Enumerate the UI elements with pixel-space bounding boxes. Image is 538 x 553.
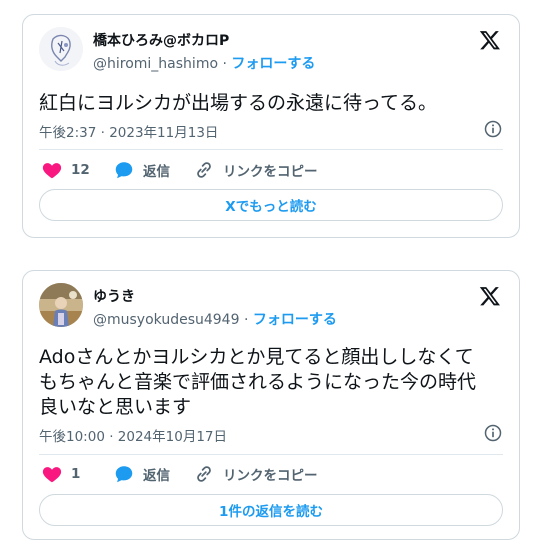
reply-label: 返信 <box>143 164 170 180</box>
heart-icon <box>42 467 62 483</box>
reply-bubble-icon <box>115 466 133 483</box>
reply-label: 返信 <box>143 468 170 484</box>
display-name[interactable]: ゆうき <box>93 286 135 306</box>
tweet-text-line: Adoさんとかヨルシカとか見てると顔出ししなくて <box>39 346 474 368</box>
handle-row: @hiromi_hashimo · フォローする <box>93 53 315 73</box>
timestamp[interactable]: 午後10:00 · 2024年10月17日 <box>39 425 227 445</box>
avatar-illustration <box>39 27 83 71</box>
copy-link-button[interactable]: リンクをコピー <box>193 463 318 485</box>
link-icon <box>197 466 211 482</box>
action-bar: 1 返信 リンクをコピー <box>39 463 503 485</box>
like-button[interactable]: 12 <box>41 159 90 181</box>
link-icon <box>197 162 211 178</box>
action-bar: 12 返信 リンクをコピー <box>39 159 503 181</box>
reply-bubble-icon <box>115 162 133 179</box>
x-logo-icon[interactable] <box>479 285 501 307</box>
copy-link-button[interactable]: リンクをコピー <box>193 159 318 181</box>
follow-link[interactable]: フォローする <box>231 56 315 72</box>
heart-icon <box>42 163 62 179</box>
info-icon[interactable] <box>483 119 503 139</box>
display-name[interactable]: 橋本ひろみ@ボカロP <box>93 30 229 50</box>
user-handle[interactable]: @hiromi_hashimo <box>93 56 218 72</box>
avatar-photo <box>39 283 83 327</box>
reply-button[interactable]: 返信 <box>113 159 170 181</box>
timestamp[interactable]: 午後2:37 · 2023年11月13日 <box>39 121 218 141</box>
like-button[interactable]: 1 <box>41 463 80 485</box>
copy-link-label: リンクをコピー <box>223 468 318 484</box>
avatar[interactable] <box>39 283 83 327</box>
copy-link-label: リンクをコピー <box>223 164 318 180</box>
separator: · <box>243 312 249 328</box>
user-handle[interactable]: @musyokudesu4949 <box>93 312 240 328</box>
tweet-text: 紅白にヨルシカが出場するの永遠に待ってる。 <box>39 92 438 114</box>
follow-link[interactable]: フォローする <box>253 312 337 328</box>
divider <box>39 149 503 150</box>
like-count: 12 <box>71 162 90 178</box>
like-count: 1 <box>71 466 81 482</box>
tweet-text: Adoさんとかヨルシカとか見てると顔出ししなくて もちゃんと音楽で評価されるよう… <box>39 345 503 420</box>
handle-row: @musyokudesu4949 · フォローする <box>93 309 337 329</box>
x-logo-icon[interactable] <box>479 29 501 51</box>
read-more-button[interactable]: Xでもっと読む <box>39 189 503 221</box>
tweet-card: ゆうき @musyokudesu4949 · フォローする Adoさんとかヨルシ… <box>22 270 520 540</box>
read-replies-button[interactable]: 1件の返信を読む <box>39 494 503 526</box>
tweet-text-line: 良いなと思います <box>39 396 192 418</box>
reply-button[interactable]: 返信 <box>113 463 170 485</box>
divider <box>39 454 503 455</box>
tweet-card: 橋本ひろみ@ボカロP @hiromi_hashimo · フォローする 紅白にヨ… <box>22 14 520 238</box>
info-icon[interactable] <box>483 423 503 443</box>
tweet-text-line: もちゃんと音楽で評価されるようになった今の時代 <box>39 371 477 393</box>
avatar[interactable] <box>39 27 83 71</box>
separator: · <box>222 56 227 72</box>
